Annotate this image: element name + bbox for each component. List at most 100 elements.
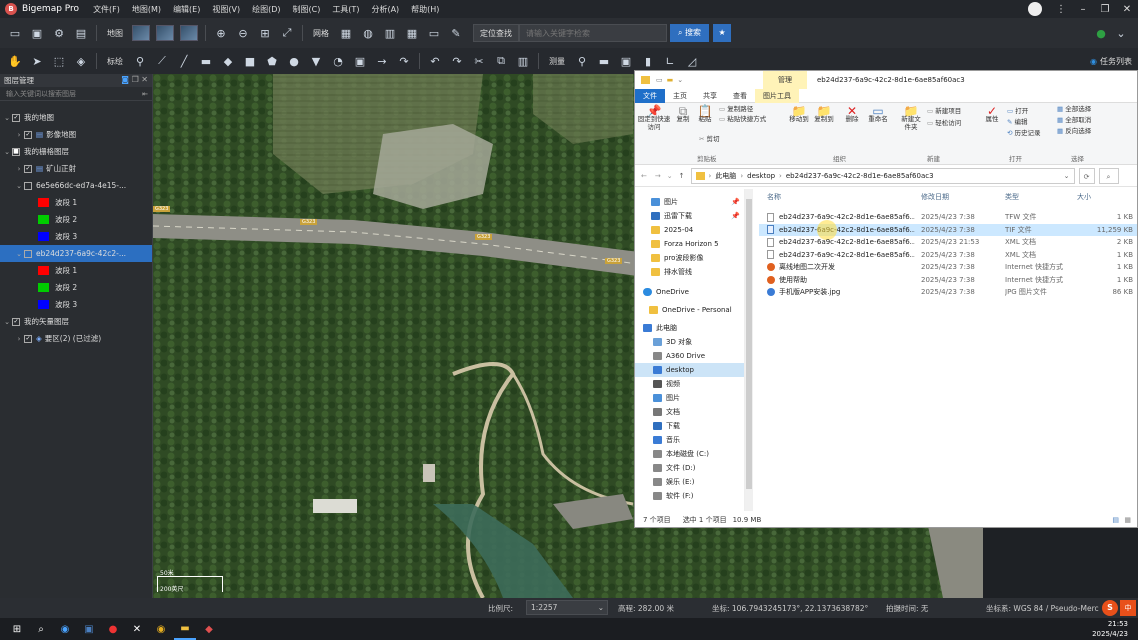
popout-icon[interactable]: ❐ (132, 75, 139, 84)
search-type-select[interactable]: 定位查找 (473, 24, 519, 42)
delete-icon[interactable]: ▥ (516, 54, 530, 68)
layer-checkbox[interactable]: ✓ (12, 317, 20, 326)
settings-icon[interactable]: ⚙ (52, 26, 66, 40)
app-icon[interactable]: ▣ (78, 618, 100, 640)
ime-icon[interactable]: S (1102, 600, 1118, 616)
nav-item[interactable]: 娱乐 (E:) (635, 475, 744, 489)
collapse-arrow-icon[interactable]: ⌄ (14, 182, 24, 190)
new-folder-button[interactable]: 📁 新建文件夹 (899, 105, 923, 131)
select-arrow-icon[interactable]: ➤ (30, 54, 44, 68)
breadcrumb-this-pc[interactable]: 此电脑 (715, 171, 736, 181)
qat-folder-icon[interactable]: ▬ (667, 76, 674, 84)
nav-item[interactable]: OneDrive (635, 285, 744, 299)
close-icon[interactable]: ✕ (1116, 4, 1138, 15)
paste-shortcut-button[interactable]: ▭ 粘贴快捷方式 (719, 115, 766, 123)
tab-picture-tools[interactable]: 图片工具 (755, 88, 799, 103)
band-item[interactable]: 波段 2 (0, 279, 152, 296)
ime-mode-icon[interactable]: 中 (1120, 600, 1136, 616)
nav-item[interactable]: 3D 对象 (635, 335, 744, 349)
band-item[interactable]: 波段 1 (0, 262, 152, 279)
column-size[interactable]: 大小 (1077, 192, 1091, 202)
menu-file[interactable]: 文件(F) (93, 4, 120, 15)
file-row[interactable]: eb24d237-6a9c-42c2-8d1e-6ae85af6... 2025… (759, 211, 1137, 224)
nav-item[interactable]: 此电脑 (635, 321, 744, 335)
measure-slope-icon[interactable]: ◿ (685, 54, 699, 68)
tab-file[interactable]: 文件 (635, 88, 665, 103)
select-area-icon[interactable]: ⬚ (52, 54, 66, 68)
manage-tab[interactable]: 管理 (763, 71, 807, 89)
move-to-button[interactable]: 📁 移动到 (789, 105, 809, 123)
cut-button[interactable]: ✂ 剪切 (699, 135, 720, 143)
nav-item[interactable]: OneDrive - Personal (635, 303, 744, 317)
maximize-icon[interactable]: ❐ (1094, 4, 1116, 15)
expand-arrow-icon[interactable]: › (14, 335, 24, 343)
tree-node-image-map[interactable]: › ✓ ▤ 影像地图 (0, 126, 152, 143)
tree-node-vector-layers[interactable]: ⌄ ✓ 我的矢量图层 (0, 313, 152, 330)
up-icon[interactable]: ↑ (679, 172, 685, 180)
nav-item[interactable]: 软件 (F:) (635, 489, 744, 503)
select-none-button[interactable]: ▦ 全部取消 (1057, 116, 1091, 124)
sync-icon[interactable]: ● (1094, 26, 1108, 40)
record-icon[interactable]: ● (102, 618, 124, 640)
window-icon[interactable]: ▤ (74, 26, 88, 40)
scrollbar-thumb[interactable] (746, 199, 752, 489)
file-row[interactable]: 使用帮助 2025/4/23 7:38 Internet 快捷方式 1 KB (759, 274, 1137, 287)
map-source-thumb-3[interactable] (180, 25, 198, 41)
collapse-arrow-icon[interactable]: ⌄ (2, 114, 12, 122)
open-button[interactable]: ▭ 打开 (1007, 107, 1028, 115)
full-extent-icon[interactable]: ⤢ (280, 26, 294, 40)
file-explorer-icon[interactable]: ▬ (174, 618, 196, 640)
history-button[interactable]: ⟲ 历史记录 (1007, 129, 1041, 137)
select-all-button[interactable]: ▦ 全部选择 (1057, 105, 1091, 113)
redo-icon[interactable]: ↷ (450, 54, 464, 68)
nav-item[interactable]: 2025-04 (635, 223, 744, 237)
tiles-view-icon[interactable]: ▦ (1124, 516, 1131, 524)
pentagon-icon[interactable]: ⬟ (265, 54, 279, 68)
zoom-out-icon[interactable]: ⊖ (236, 26, 250, 40)
map-source-thumb-1[interactable] (132, 25, 150, 41)
minimize-icon[interactable]: – (1072, 4, 1094, 15)
menu-draw[interactable]: 绘图(D) (252, 4, 280, 15)
measure-length-icon[interactable]: ▬ (597, 54, 611, 68)
layer-checkbox[interactable]: ✓ (24, 130, 32, 139)
marker-icon[interactable]: ⚲ (133, 54, 147, 68)
cut-icon[interactable]: ✂ (472, 54, 486, 68)
measure-area-icon[interactable]: ▣ (619, 54, 633, 68)
address-bar[interactable]: › 此电脑 › desktop › eb24d237-6a9c-42c2-8d1… (690, 167, 1075, 184)
rename-button[interactable]: ▭ 重命名 (867, 105, 889, 123)
layer-checkbox[interactable] (24, 181, 32, 190)
column-name[interactable]: 名称 (767, 192, 781, 202)
menu-edit[interactable]: 编辑(E) (173, 4, 200, 15)
band-item[interactable]: 波段 2 (0, 211, 152, 228)
menu-analysis[interactable]: 分析(A) (371, 4, 399, 15)
panel-icon[interactable]: ▭ (427, 26, 441, 40)
curve-icon[interactable]: ↷ (397, 54, 411, 68)
tree-node-raster-eb24[interactable]: ⌄ eb24d237-6a9c-42c2-... (0, 245, 152, 262)
rectangle-icon[interactable]: ▬ (199, 54, 213, 68)
nav-item[interactable]: desktop (635, 363, 744, 377)
nav-item[interactable]: 图片 (635, 391, 744, 405)
bigemap-icon[interactable]: ◆ (198, 618, 220, 640)
circle-icon[interactable]: ● (287, 54, 301, 68)
new-item-button[interactable]: ▭ 新建项目 (927, 107, 961, 115)
nav-item[interactable]: Forza Horizon 5 (635, 237, 744, 251)
avatar[interactable] (1028, 2, 1042, 16)
line-icon[interactable]: ╱ (177, 54, 191, 68)
task-list-button[interactable]: ◉ 任务列表 (1090, 56, 1132, 67)
address-dropdown-icon[interactable]: ⌄ (1064, 172, 1070, 180)
nav-item[interactable]: 迅雷下载 📌 (635, 209, 744, 223)
layer-checkbox[interactable]: ✓ (12, 113, 20, 122)
layers-icon[interactable]: ▦ (405, 26, 419, 40)
layer-checkbox[interactable]: ✓ (24, 164, 32, 173)
clock[interactable]: 21:53 2025/4/23 (1092, 619, 1128, 639)
collapse-icon[interactable]: ⇤ (142, 87, 148, 101)
file-row[interactable]: 离线地图二次开发 2025/4/23 7:38 Internet 快捷方式 1 … (759, 261, 1137, 274)
nav-item[interactable]: 图片 📌 (635, 195, 744, 209)
tab-home[interactable]: 主页 (665, 89, 695, 103)
file-row[interactable]: 手机版APP安装.jpg 2025/4/23 7:38 JPG 图片文件 86 … (759, 286, 1137, 299)
menu-cartography[interactable]: 制图(C) (292, 4, 320, 15)
collapse-arrow-icon[interactable]: ⌄ (2, 318, 12, 326)
zoom-extent-icon[interactable]: ⊞ (258, 26, 272, 40)
favorite-icon[interactable]: ★ (713, 24, 732, 42)
square-icon[interactable]: ■ (243, 54, 257, 68)
